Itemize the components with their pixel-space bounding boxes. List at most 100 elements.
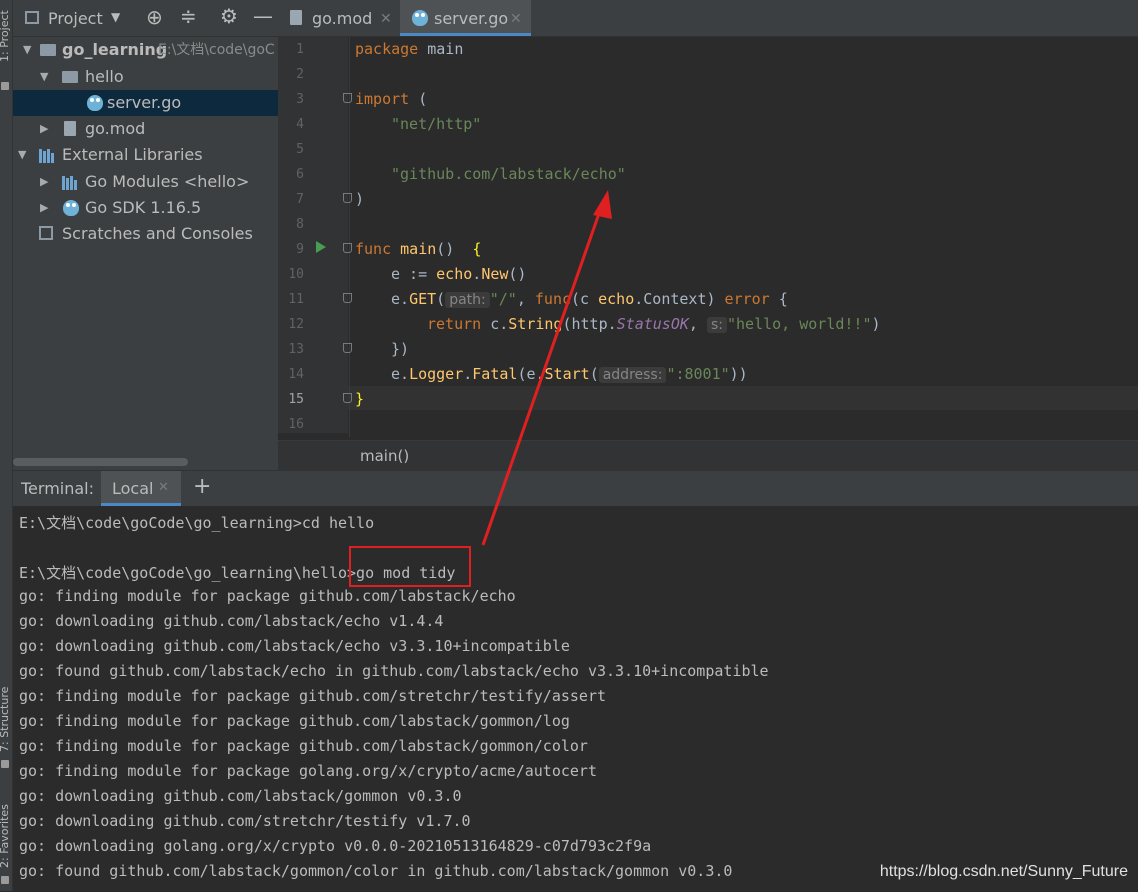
line-number: 13	[288, 342, 304, 357]
line-number: 4	[296, 117, 304, 132]
annotation-highlight-box	[349, 546, 471, 587]
terminal-line: go: downloading github.com/labstack/echo…	[19, 612, 444, 630]
tree-item-label: go_learning	[62, 40, 168, 59]
tab-label: go.mod	[312, 9, 373, 28]
code-line-14[interactable]: e.Logger.Fatal(e.Start(address: ":8001"))	[391, 365, 748, 383]
tree-item-label: Go SDK 1.16.5	[85, 198, 202, 217]
code-line-13[interactable]: })	[391, 340, 409, 358]
chevron-down-icon[interactable]: ▼	[23, 37, 31, 63]
close-icon[interactable]: ✕	[510, 0, 522, 38]
tree-item-server-go[interactable]: server.go	[13, 90, 278, 116]
terminal-line: go: finding module for package github.co…	[19, 687, 606, 705]
line-number: 1	[296, 42, 304, 57]
code-line-15[interactable]: }	[355, 390, 364, 408]
terminal-tab-local[interactable]: Local ✕	[101, 471, 181, 506]
param-hint: path:	[445, 292, 490, 308]
chevron-right-icon[interactable]: ▶	[40, 116, 48, 142]
terminal-line: go: finding module for package github.co…	[19, 737, 588, 755]
libraries-icon	[62, 174, 78, 190]
tree-item-path: E:\文档\code\goC	[158, 42, 275, 58]
code-line-1[interactable]: package main	[355, 40, 463, 58]
gear-icon[interactable]: ⚙	[220, 4, 238, 28]
close-icon[interactable]: ✕	[158, 480, 169, 495]
project-panel: Project ▼ ⊕ ≑ ⚙ — ▼ go_learning E:\文档\co…	[13, 0, 278, 470]
fold-icon[interactable]	[343, 393, 352, 403]
favorites-tool-tab[interactable]: 2: Favorites	[0, 804, 11, 868]
line-number: 8	[296, 217, 304, 232]
line-number: 2	[296, 67, 304, 82]
fold-icon[interactable]	[343, 293, 352, 303]
add-terminal-button[interactable]: +	[193, 474, 211, 499]
file-icon	[64, 121, 76, 136]
tool-window-strip: 1: Project 7: Structure 2: Favorites	[0, 0, 13, 891]
code-line-11[interactable]: e.GET(path: "/", func(c echo.Context) err…	[391, 290, 788, 308]
line-number: 16	[288, 417, 304, 432]
run-icon[interactable]	[316, 241, 326, 253]
tree-item-go-mod[interactable]: ▶ go.mod	[13, 116, 278, 142]
chevron-down-icon[interactable]: ▼	[40, 64, 48, 90]
project-tool-tab[interactable]: 1: Project	[0, 10, 11, 62]
favorites-tool-icon	[1, 876, 9, 884]
code-line-3[interactable]: import (	[355, 90, 427, 108]
tree-item-go-sdk[interactable]: ▶ Go SDK 1.16.5	[13, 195, 278, 221]
code-line-7[interactable]: )	[355, 190, 364, 208]
fold-icon[interactable]	[343, 93, 352, 103]
terminal-line: go: downloading github.com/labstack/echo…	[19, 637, 570, 655]
line-number: 14	[288, 367, 304, 382]
code-line-12[interactable]: return c.String(http.StatusOK, s: "hello,…	[427, 315, 881, 333]
minimize-icon[interactable]: —	[253, 4, 273, 28]
tree-item-label: go.mod	[85, 119, 146, 138]
terminal-line: go: finding module for package github.co…	[19, 587, 516, 605]
folder-icon	[62, 71, 78, 83]
breadcrumb-bar: main()	[278, 440, 1138, 471]
fold-icon[interactable]	[343, 193, 352, 203]
structure-tool-icon	[1, 760, 9, 768]
collapse-all-icon[interactable]: ≑	[180, 4, 197, 28]
tab-server-go[interactable]: server.go ✕	[400, 0, 531, 36]
param-hint: address:	[598, 367, 667, 383]
chevron-right-icon[interactable]: ▶	[40, 195, 48, 221]
folder-icon	[40, 44, 56, 56]
project-title[interactable]: Project	[48, 9, 103, 28]
tree-item-go-modules[interactable]: ▶ Go Modules <hello>	[13, 169, 278, 195]
structure-tool-tab[interactable]: 7: Structure	[0, 687, 11, 752]
code-line-9[interactable]: func main() {	[355, 240, 481, 258]
line-number: 3	[296, 92, 304, 107]
param-hint: s:	[706, 317, 727, 333]
terminal-panel: Terminal: Local ✕ + E:\文档\code\goCode\go…	[13, 470, 1138, 892]
terminal-line: go: found github.com/labstack/echo in gi…	[19, 662, 769, 680]
libraries-icon	[39, 147, 55, 163]
line-number: 10	[288, 267, 304, 282]
chevron-down-icon[interactable]: ▼	[111, 10, 120, 24]
chevron-right-icon[interactable]: ▶	[40, 169, 48, 195]
tree-item-external-libraries[interactable]: ▼ External Libraries	[13, 142, 278, 168]
line-number: 9	[296, 242, 304, 257]
tab-go-mod[interactable]: go.mod ✕	[278, 0, 400, 36]
code-line-4[interactable]: "net/http"	[391, 115, 481, 133]
line-number: 5	[296, 142, 304, 157]
gopher-icon	[87, 95, 103, 111]
tree-item-label: Scratches and Consoles	[62, 224, 253, 243]
line-number: 11	[288, 292, 304, 307]
line-number: 15	[288, 392, 304, 407]
code-line-10[interactable]: e := echo.New()	[391, 265, 526, 283]
terminal-line: go: downloading github.com/labstack/gomm…	[19, 787, 462, 805]
horizontal-scrollbar[interactable]	[13, 458, 188, 466]
line-number: 7	[296, 192, 304, 207]
editor-tab-bar: go.mod ✕ server.go ✕	[278, 0, 1138, 37]
chevron-down-icon[interactable]: ▼	[18, 142, 26, 168]
tree-item-hello[interactable]: ▼ hello	[13, 64, 278, 90]
code-line-6[interactable]: "github.com/labstack/echo"	[391, 165, 626, 183]
crosshair-icon[interactable]: ⊕	[146, 5, 163, 29]
tree-item-scratches[interactable]: Scratches and Consoles	[13, 221, 278, 247]
fold-icon[interactable]	[343, 343, 352, 353]
fold-icon[interactable]	[343, 243, 352, 253]
terminal-line: go: found github.com/labstack/gommon/col…	[19, 862, 733, 880]
editor-pane: go.mod ✕ server.go ✕ 1 2 3 4 5 6 7 8 9 10 11 12 13 14…	[278, 0, 1138, 471]
project-header: Project ▼ ⊕ ≑ ⚙ —	[13, 0, 278, 37]
close-icon[interactable]: ✕	[380, 0, 392, 38]
terminal-line: E:\文档\code\goCode\go_learning>cd hello	[19, 514, 375, 532]
tree-item-go-learning[interactable]: ▼ go_learning E:\文档\code\goC	[13, 37, 278, 63]
breadcrumb[interactable]: main()	[360, 447, 409, 465]
tree-item-label: Go Modules <hello>	[85, 172, 250, 191]
